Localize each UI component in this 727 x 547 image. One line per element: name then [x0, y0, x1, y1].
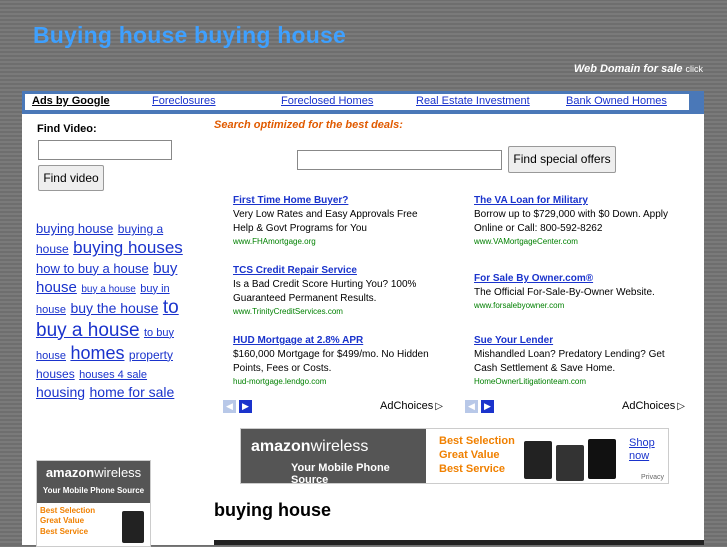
amazon-wireless-sidebar-banner[interactable]: amazonwireless Your Mobile Phone Source … [36, 460, 151, 547]
bottom-divider [214, 540, 704, 545]
ad-title[interactable]: The VA Loan for Military [474, 195, 674, 206]
ad-description: Borrow up to $729,000 with $0 Down. Appl… [474, 209, 669, 234]
ad-title[interactable]: For Sale By Owner.com® [474, 273, 674, 284]
ad-description: Very Low Rates and Easy Approvals Free H… [233, 209, 418, 234]
ad-url[interactable]: www.FHAmortgage.org [233, 237, 433, 246]
site-title[interactable]: Buying house buying house [33, 22, 346, 49]
ad-url[interactable]: www.VAMortgageCenter.com [474, 237, 674, 246]
banner-feature: Great Value [40, 516, 85, 526]
sidebar-banner-header: amazonwireless Your Mobile Phone Source [37, 461, 150, 503]
adchoices-link[interactable]: AdChoices ▷ [622, 400, 685, 412]
ad-pager-right: ◀ ▶ [465, 400, 497, 418]
ad-unit[interactable]: HUD Mortgage at 2.8% APR $160,000 Mortga… [233, 335, 433, 386]
banner-features: Best Selection Great Value Best Service [40, 506, 95, 537]
banner-subtitle: Your Mobile Phone Source [291, 462, 390, 484]
page-heading: buying house [214, 500, 331, 520]
phone-image [122, 511, 144, 543]
content-area: Find Video: Find video buying house buyi… [22, 114, 704, 547]
ad-unit[interactable]: The VA Loan for Military Borrow up to $7… [474, 195, 674, 246]
tag-link[interactable]: home for sale [90, 384, 175, 400]
ad-url[interactable]: www.TrinityCreditServices.com [233, 307, 433, 316]
ad-pager-left: ◀ ▶ [223, 400, 255, 418]
special-offers-search-input[interactable] [297, 150, 502, 170]
ads-by-google-link[interactable]: Ads by Google [32, 95, 110, 107]
tag-link[interactable]: homes [70, 343, 124, 363]
phone-image [588, 439, 616, 479]
ad-description: Mishandled Loan? Predatory Lending? Get … [474, 349, 665, 374]
tag-link[interactable]: houses 4 sale [79, 369, 147, 381]
tag-link[interactable]: buying house [36, 221, 113, 236]
banner-feature: Best Service [439, 462, 506, 475]
banner-feature: Best Selection [439, 435, 515, 447]
tag-link[interactable]: how to buy a house [36, 261, 149, 276]
domain-sale-click[interactable]: click [686, 64, 704, 74]
ad-link-bar-inner: Ads by Google Foreclosures Foreclosed Ho… [25, 94, 689, 110]
domain-sale-text[interactable]: Web Domain for sale [574, 63, 683, 75]
nav-link-bank-owned-homes[interactable]: Bank Owned Homes [566, 95, 667, 107]
nav-link-foreclosed-homes[interactable]: Foreclosed Homes [281, 95, 373, 107]
find-video-button[interactable]: Find video [38, 165, 104, 191]
adchoices-triangle-icon: ▷ [677, 401, 685, 412]
sidebar-banner-body: Best Selection Great Value Best Service [37, 503, 150, 546]
ad-title[interactable]: Sue Your Lender [474, 335, 674, 346]
tag-link[interactable]: buy the house [70, 300, 158, 316]
site-header: Buying house buying house Web Domain for… [0, 0, 727, 90]
nav-link-foreclosures[interactable]: Foreclosures [152, 95, 216, 107]
domain-sale-notice[interactable]: Web Domain for sale click [574, 63, 703, 75]
find-video-input[interactable] [38, 140, 172, 160]
chevron-right-icon[interactable]: ▶ [481, 400, 494, 413]
ad-link-bar: Ads by Google Foreclosures Foreclosed Ho… [22, 91, 704, 114]
ad-unit[interactable]: TCS Credit Repair Service Is a Bad Credi… [233, 265, 433, 316]
amazon-wireless-logo: amazonwireless [37, 461, 150, 480]
find-video-label: Find Video: [37, 123, 97, 135]
ad-unit[interactable]: For Sale By Owner.com® The Official For-… [474, 273, 674, 310]
ad-unit[interactable]: First Time Home Buyer? Very Low Rates an… [233, 195, 433, 246]
banner-brand-rest: wireless [94, 465, 142, 480]
chevron-left-icon[interactable]: ◀ [465, 400, 478, 413]
privacy-link[interactable]: Privacy [641, 474, 664, 481]
amazon-wireless-main-banner[interactable]: amazonwireless Your Mobile Phone Source … [240, 428, 669, 484]
banner-brand-rest: wireless [310, 438, 369, 455]
ad-url[interactable]: www.forsalebyowner.com [474, 301, 674, 310]
banner-subtitle: Your Mobile Phone Source [42, 486, 145, 495]
search-tagline: Search optimized for the best deals: [214, 119, 403, 131]
tag-link[interactable]: buying houses [73, 238, 183, 257]
shop-now-link[interactable]: Shop now [629, 437, 659, 462]
ad-description: Is a Bad Credit Score Hurting You? 100% … [233, 279, 417, 304]
main-banner-left: amazonwireless Your Mobile Phone Source [241, 429, 426, 483]
amazon-wireless-logo: amazonwireless [251, 438, 368, 456]
ad-title[interactable]: First Time Home Buyer? [233, 195, 433, 206]
banner-feature: Great Value [439, 448, 500, 461]
tag-cloud: buying house buying a house buying house… [36, 219, 196, 403]
adchoices-triangle-icon: ▷ [435, 401, 443, 412]
ad-title[interactable]: TCS Credit Repair Service [233, 265, 433, 276]
ad-url[interactable]: hud-mortgage.lendgo.com [233, 377, 433, 386]
nav-link-real-estate-investment[interactable]: Real Estate Investment [416, 95, 530, 107]
ad-title[interactable]: HUD Mortgage at 2.8% APR [233, 335, 433, 346]
banner-features: Best Selection Great Value Best Service [439, 435, 515, 476]
banner-feature: Best Service [40, 526, 89, 536]
tag-link[interactable]: housing [36, 384, 85, 400]
chevron-right-icon[interactable]: ▶ [239, 400, 252, 413]
ad-url[interactable]: HomeOwnerLitigationteam.com [474, 377, 674, 386]
banner-brand-bold: amazon [251, 438, 311, 455]
ad-description: $160,000 Mortgage for $499/mo. No Hidden… [233, 349, 429, 374]
ad-unit[interactable]: Sue Your Lender Mishandled Loan? Predato… [474, 335, 674, 386]
adchoices-label: AdChoices [622, 400, 676, 412]
phone-image [524, 441, 552, 479]
banner-brand-bold: amazon [45, 465, 95, 480]
ad-description: The Official For-Sale-By-Owner Website. [474, 287, 655, 298]
phone-image [556, 445, 584, 481]
adchoices-link[interactable]: AdChoices ▷ [380, 400, 443, 412]
tag-link[interactable]: buy a house [81, 284, 136, 295]
find-special-offers-button[interactable]: Find special offers [508, 146, 616, 173]
chevron-left-icon[interactable]: ◀ [223, 400, 236, 413]
adchoices-label: AdChoices [380, 400, 434, 412]
banner-feature: Best Selection [40, 506, 96, 515]
